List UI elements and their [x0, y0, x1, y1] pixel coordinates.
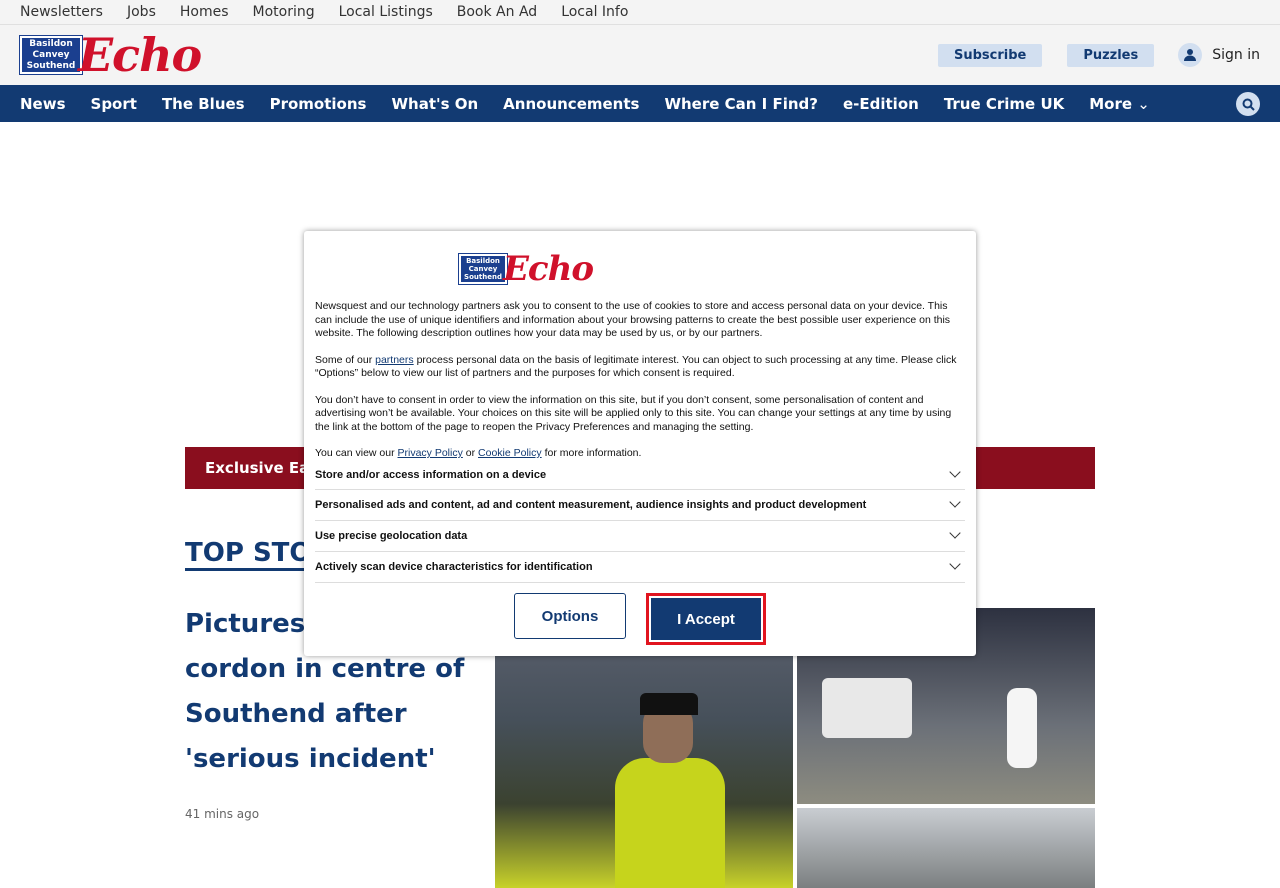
- top-link-newsletters[interactable]: Newsletters: [20, 4, 103, 20]
- article-time: 41 mins ago: [185, 807, 260, 821]
- consent-paragraph-3: You don’t have to consent in order to vi…: [315, 393, 952, 433]
- consent-text: Newsquest and our technology partners as…: [315, 300, 967, 474]
- puzzles-button[interactable]: Puzzles: [1067, 43, 1155, 67]
- consent-paragraph-4: You can view our Privacy Policy or Cooki…: [315, 447, 642, 459]
- logo-wordmark: Echo: [78, 28, 202, 82]
- search-icon: [1242, 98, 1255, 111]
- nav-promotions[interactable]: Promotions: [270, 95, 367, 113]
- sign-in-link[interactable]: Sign in: [1178, 43, 1260, 67]
- nav-the-blues[interactable]: The Blues: [162, 95, 245, 113]
- partners-link[interactable]: partners: [375, 354, 414, 366]
- consent-paragraph-2: Some of our partners process personal da…: [315, 353, 957, 380]
- nav-true-crime-uk[interactable]: True Crime UK: [944, 95, 1064, 113]
- dialog-logo: Basildon Canvey Southend Echo: [458, 252, 594, 286]
- chevron-down-icon: [949, 496, 961, 508]
- subscribe-button[interactable]: Subscribe: [937, 43, 1043, 67]
- top-link-jobs[interactable]: Jobs: [127, 4, 156, 20]
- site-header: Basildon Canvey Southend Echo Subscribe …: [0, 25, 1280, 85]
- site-logo[interactable]: Basildon Canvey Southend Echo: [19, 28, 202, 82]
- section-title: TOP STO: [185, 538, 312, 571]
- privacy-policy-link[interactable]: Privacy Policy: [398, 447, 463, 459]
- main-nav: News Sport The Blues Promotions What's O…: [0, 85, 1280, 122]
- nav-news[interactable]: News: [20, 95, 66, 113]
- accept-button[interactable]: I Accept: [646, 593, 766, 645]
- chevron-down-icon: [949, 558, 961, 570]
- logo-badge: Basildon Canvey Southend: [19, 35, 83, 75]
- top-link-book-an-ad[interactable]: Book An Ad: [457, 4, 537, 20]
- sign-in-label: Sign in: [1212, 47, 1260, 63]
- nav-sport[interactable]: Sport: [91, 95, 137, 113]
- photo-street: [797, 808, 1095, 888]
- header-actions: Subscribe Puzzles Sign in: [913, 43, 1260, 67]
- nav-whats-on[interactable]: What's On: [391, 95, 478, 113]
- consent-purposes: Store and/or access information on a dev…: [315, 460, 965, 583]
- top-link-homes[interactable]: Homes: [180, 4, 229, 20]
- user-icon: [1178, 43, 1203, 67]
- purpose-device-scan[interactable]: Actively scan device characteristics for…: [315, 552, 965, 583]
- top-link-local-listings[interactable]: Local Listings: [339, 4, 433, 20]
- search-button[interactable]: [1236, 92, 1260, 116]
- options-button[interactable]: Options: [514, 593, 626, 639]
- top-link-local-info[interactable]: Local Info: [561, 4, 628, 20]
- nav-more[interactable]: More ⌄: [1089, 95, 1150, 113]
- cookie-policy-link[interactable]: Cookie Policy: [478, 447, 542, 459]
- chevron-down-icon: [949, 465, 961, 478]
- nav-announcements[interactable]: Announcements: [503, 95, 639, 113]
- top-link-motoring[interactable]: Motoring: [253, 4, 315, 20]
- utility-bar: Newsletters Jobs Homes Motoring Local Li…: [0, 0, 1280, 25]
- chevron-down-icon: ⌄: [1137, 94, 1150, 113]
- chevron-down-icon: [949, 527, 961, 539]
- nav-e-edition[interactable]: e-Edition: [843, 95, 919, 113]
- consent-paragraph-1: Newsquest and our technology partners as…: [315, 300, 951, 339]
- nav-where-can-i-find[interactable]: Where Can I Find?: [664, 95, 818, 113]
- purpose-store-access[interactable]: Store and/or access information on a dev…: [315, 460, 965, 490]
- purpose-geolocation[interactable]: Use precise geolocation data: [315, 521, 965, 552]
- purpose-personalised-ads[interactable]: Personalised ads and content, ad and con…: [315, 490, 965, 521]
- consent-dialog: Basildon Canvey Southend Echo Newsquest …: [304, 231, 976, 656]
